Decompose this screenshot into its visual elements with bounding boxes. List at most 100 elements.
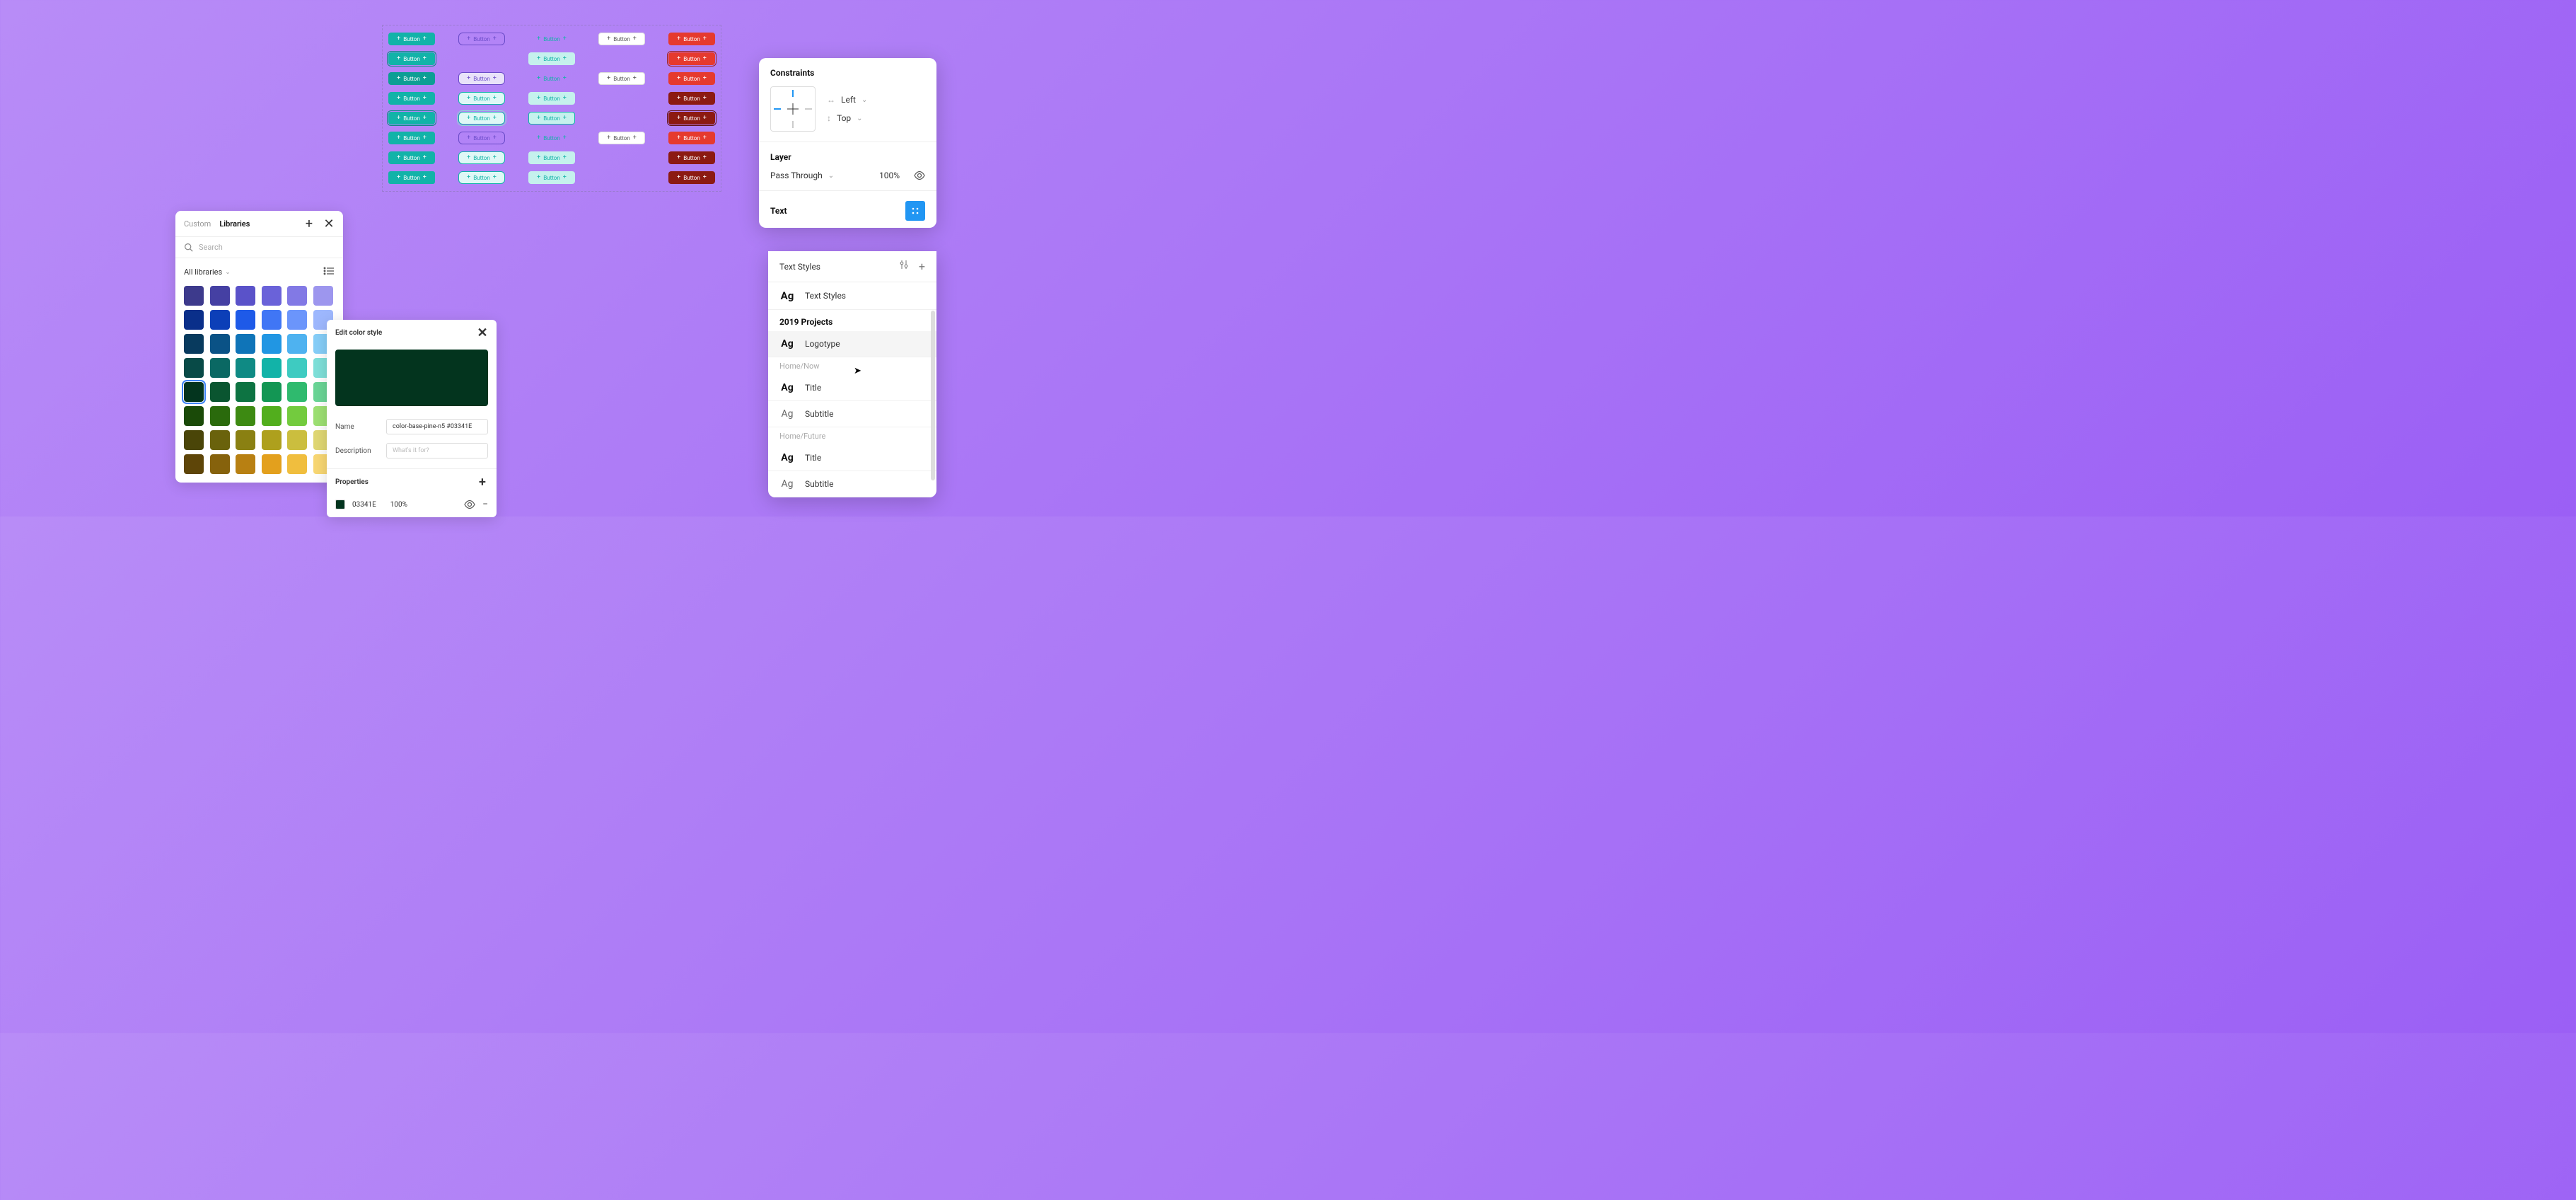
color-swatch[interactable] [262,358,282,378]
color-swatch[interactable] [262,334,282,354]
color-swatch[interactable] [210,430,230,450]
button-red-dark[interactable]: +Button+ [668,171,715,184]
button-teal-focused[interactable]: +Button+ [388,52,435,65]
color-swatch[interactable] [287,406,307,426]
tab-custom[interactable]: Custom [184,219,211,229]
button-teal[interactable]: +Button+ [388,171,435,184]
text-style-item[interactable]: AgSubtitle [768,471,936,497]
button-light[interactable]: +Button+ [458,151,505,164]
color-swatch[interactable] [210,286,230,306]
color-swatch[interactable] [262,430,282,450]
button-light-outline[interactable]: +Button+ [458,92,505,105]
name-input[interactable] [386,419,488,434]
color-swatch[interactable] [184,382,204,402]
color-swatch[interactable] [210,334,230,354]
color-swatch[interactable] [287,286,307,306]
add-property-icon[interactable]: + [477,476,488,487]
hex-value[interactable]: 03341E [352,501,376,509]
button-teal[interactable]: +Button+ [388,112,435,125]
color-swatch[interactable] [287,382,307,402]
button-light-outline[interactable]: +Button+ [458,112,505,125]
color-swatch[interactable] [287,454,307,474]
color-swatch[interactable] [236,358,255,378]
text-style-item[interactable]: AgTitle [768,375,936,401]
button-teal-light[interactable]: +Button+ [528,112,575,125]
button-teal-light[interactable]: +Button+ [528,171,575,184]
button-teal-fill[interactable]: +Button+ [388,33,435,45]
text-styles-button[interactable] [905,201,925,221]
button-red-focused[interactable]: +Button+ [668,52,715,65]
color-swatch[interactable] [287,430,307,450]
color-swatch[interactable] [236,382,255,402]
color-swatch[interactable] [287,334,307,354]
button-teal-light[interactable]: +Button+ [528,52,575,65]
remove-icon[interactable]: − [482,499,488,510]
color-swatch[interactable] [313,286,333,306]
button-outline[interactable]: +Button+ [458,132,505,144]
text-style-header-item[interactable]: Ag Text Styles [768,282,936,310]
color-swatch[interactable] [210,382,230,402]
text-style-item[interactable]: AgTitle [768,445,936,471]
button-light[interactable]: +Button+ [458,171,505,184]
add-icon[interactable]: + [303,218,315,229]
constraints-box[interactable] [770,86,816,132]
color-swatch[interactable] [184,310,204,330]
button-red-dark[interactable]: +Button+ [668,92,715,105]
color-swatch[interactable] [262,286,282,306]
button-teal-light[interactable]: +Button+ [528,151,575,164]
button-teal[interactable]: +Button+ [388,132,435,144]
settings-icon[interactable] [899,260,909,270]
color-swatch[interactable] [262,310,282,330]
description-input[interactable] [386,443,488,458]
color-swatch[interactable] [184,430,204,450]
constraint-horizontal[interactable]: ↔ Left ⌄ [827,95,867,105]
button-red[interactable]: +Button+ [668,132,715,144]
button-teal-darker[interactable]: +Button+ [388,72,435,85]
constraint-vertical[interactable]: ↕ Top ⌄ [827,113,867,123]
add-icon[interactable]: + [919,260,925,273]
search-input[interactable] [199,243,335,252]
opacity-value[interactable]: 100% [390,501,407,509]
close-icon[interactable]: ✕ [477,327,488,338]
color-swatch[interactable] [210,406,230,426]
list-view-icon[interactable] [323,265,335,277]
button-ghost[interactable]: +Button+ [528,33,575,45]
button-outline-fill[interactable]: +Button+ [458,72,505,85]
button-white[interactable]: +Button+ [598,72,645,85]
layer-opacity[interactable]: 100% [879,171,900,180]
tab-libraries[interactable]: Libraries [219,219,250,229]
color-swatch[interactable] [262,406,282,426]
visibility-icon[interactable] [914,171,925,180]
color-swatch[interactable] [236,334,255,354]
button-red-dark[interactable]: +Button+ [668,151,715,164]
text-style-item[interactable]: AgSubtitle [768,401,936,427]
close-icon[interactable]: ✕ [323,218,335,229]
button-ghost[interactable]: +Button+ [528,72,575,85]
button-teal-light[interactable]: +Button+ [528,92,575,105]
color-swatch[interactable] [287,358,307,378]
color-swatch[interactable] [210,358,230,378]
color-swatch[interactable] [184,358,204,378]
color-swatch[interactable] [236,430,255,450]
color-swatch[interactable] [236,454,255,474]
text-style-item[interactable]: AgLogotype [768,331,936,357]
color-swatch[interactable] [236,406,255,426]
button-teal[interactable]: +Button+ [388,92,435,105]
blend-mode-select[interactable]: Pass Through [770,171,823,180]
color-swatch[interactable] [184,334,204,354]
color-swatch[interactable] [210,310,230,330]
color-swatch[interactable] [210,454,230,474]
library-filter[interactable]: All libraries ⌄ [175,258,343,286]
button-ghost[interactable]: +Button+ [528,132,575,144]
button-white[interactable]: +Button+ [598,132,645,144]
color-swatch[interactable] [236,286,255,306]
color-swatch[interactable] [236,310,255,330]
button-red-dark[interactable]: +Button+ [668,112,715,125]
color-swatch[interactable] [287,310,307,330]
color-swatch[interactable] [184,454,204,474]
button-teal[interactable]: +Button+ [388,151,435,164]
button-red[interactable]: +Button+ [668,33,715,45]
button-outline[interactable]: +Button+ [458,33,505,45]
color-swatch[interactable] [262,454,282,474]
visibility-icon[interactable] [464,500,475,509]
